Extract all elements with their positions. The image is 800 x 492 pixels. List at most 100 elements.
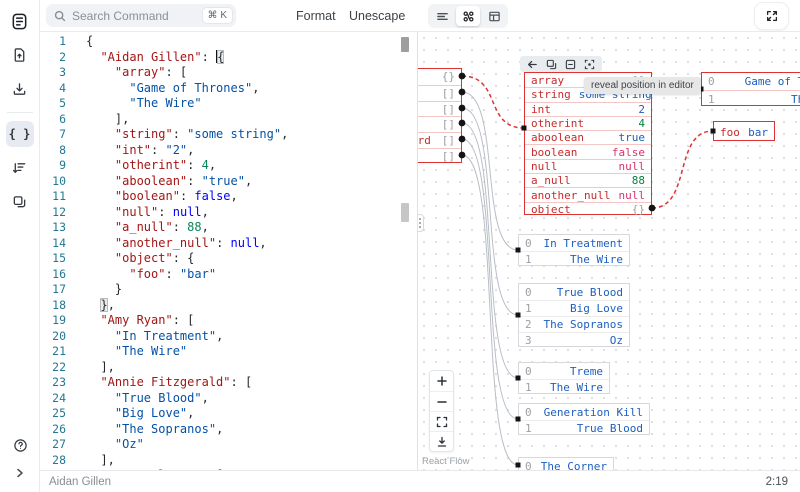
graph-node-root-object[interactable]: Aidan Gillen{}Amy Ryan[]Annie Fitzgerald…: [417, 68, 462, 163]
download-image-icon: [436, 436, 448, 448]
editor-line[interactable]: 20 "In Treatment",: [40, 329, 417, 345]
node-row[interactable]: a_null88: [525, 173, 651, 187]
download-image-button[interactable]: [430, 431, 453, 451]
node-row[interactable]: 1The Wire: [702, 90, 800, 107]
graph-node-anwan-glover-array[interactable]: 0Treme1The Wire: [518, 362, 610, 394]
node-row[interactable]: nullnull: [525, 159, 651, 173]
graph-node-clarke-peters-array[interactable]: 0The Corner: [518, 457, 614, 470]
node-row[interactable]: 0Game of Thrones: [702, 73, 800, 90]
editor-line[interactable]: 6 ],: [40, 112, 417, 128]
node-row[interactable]: Anwan Glover[]: [417, 116, 461, 132]
editor-line[interactable]: 19 "Amy Ryan": [: [40, 313, 417, 329]
collapse-sidebar-chevron-icon[interactable]: [6, 460, 34, 486]
editor-line[interactable]: 17 }: [40, 282, 417, 298]
panel-resize-handle[interactable]: [417, 214, 424, 232]
node-row[interactable]: 1Big Love: [519, 300, 629, 316]
editor-scrollbar-thumb[interactable]: [401, 37, 409, 52]
duplicate-nodes-icon[interactable]: [6, 189, 34, 215]
feedback-icon[interactable]: [6, 432, 34, 458]
collapse-node-icon[interactable]: [565, 59, 576, 70]
fit-view-button[interactable]: [430, 411, 453, 431]
editor-line[interactable]: 5 "The Wire": [40, 96, 417, 112]
editor-line[interactable]: 2 "Aidan Gillen": {: [40, 50, 417, 66]
node-row[interactable]: int2: [525, 102, 651, 116]
selected-node-toolbar: [520, 56, 602, 72]
editor-line[interactable]: 23 "Annie Fitzgerald": [: [40, 375, 417, 391]
editor-line[interactable]: 18 },: [40, 298, 417, 314]
editor-line[interactable]: 8 "int": "2",: [40, 143, 417, 159]
editor-line[interactable]: 16 "foo": "bar": [40, 267, 417, 283]
graph-node-aidan-gillen-array[interactable]: 0Game of Thrones1The Wire: [701, 72, 800, 106]
node-row[interactable]: 3Oz: [519, 332, 629, 348]
node-row[interactable]: 0Treme: [519, 363, 609, 379]
editor-line[interactable]: 4 "Game of Thrones",: [40, 81, 417, 97]
node-row[interactable]: otherint4: [525, 116, 651, 130]
line-number: 20: [40, 329, 80, 345]
node-row[interactable]: abooleantrue: [525, 130, 651, 144]
node-row[interactable]: Aidan Gillen{}: [417, 69, 461, 85]
editor-line[interactable]: 26 "The Sopranos",: [40, 422, 417, 438]
graph-node-amy-ryan-array[interactable]: 0In Treatment1The Wire: [518, 234, 630, 266]
editor-line[interactable]: 15 "object": {: [40, 251, 417, 267]
editor-line[interactable]: 14 "another_null": null,: [40, 236, 417, 252]
node-row[interactable]: Amy Ryan[]: [417, 85, 461, 101]
graph-node-annie-fitzgerald-array[interactable]: 0True Blood1Big Love2The Sopranos3Oz: [518, 283, 630, 347]
row-value: In Treatment: [544, 237, 623, 250]
graph-node-alexander-skarsgard-array[interactable]: 0Generation Kill1True Blood: [518, 403, 650, 435]
line-code: "a_null": 88,: [80, 220, 209, 236]
json-editor[interactable]: 1{2 "Aidan Gillen": {3 "array": [4 "Game…: [40, 32, 417, 470]
search-icon: [54, 10, 66, 22]
unescape-button[interactable]: Unescape: [349, 0, 405, 32]
graph-canvas[interactable]: Aidan Gillen{}Amy Ryan[]Annie Fitzgerald…: [417, 32, 800, 470]
editor-line[interactable]: 3 "array": [: [40, 65, 417, 81]
node-row[interactable]: Annie Fitzgerald[]: [417, 101, 461, 117]
editor-line[interactable]: 29 "Anwan Glover": [: [40, 468, 417, 470]
editor-line[interactable]: 11 "boolean": false,: [40, 189, 417, 205]
copy-node-icon[interactable]: [546, 59, 557, 70]
node-row[interactable]: 2The Sopranos: [519, 316, 629, 332]
focus-node-icon[interactable]: [584, 59, 595, 70]
node-row[interactable]: booleanfalse: [525, 144, 651, 158]
node-row[interactable]: 0The Corner: [519, 458, 613, 470]
line-number: 22: [40, 360, 80, 376]
editor-line[interactable]: 24 "True Blood",: [40, 391, 417, 407]
node-row[interactable]: 0True Blood: [519, 284, 629, 300]
node-row[interactable]: Alexander Skarsgard[]: [417, 132, 461, 148]
editor-line[interactable]: 12 "null": null,: [40, 205, 417, 221]
editor-line[interactable]: 22 ],: [40, 360, 417, 376]
table-view-button[interactable]: [482, 6, 506, 26]
download-icon[interactable]: [6, 76, 34, 102]
editor-line[interactable]: 13 "a_null": 88,: [40, 220, 417, 236]
format-button[interactable]: Format: [296, 0, 336, 32]
editor-line[interactable]: 7 "string": "some string",: [40, 127, 417, 143]
sort-filter-icon[interactable]: [6, 155, 34, 181]
node-row[interactable]: 1The Wire: [519, 251, 629, 267]
row-value: Game of Thrones: [745, 75, 800, 88]
node-row[interactable]: 0In Treatment: [519, 235, 629, 251]
flow-view-button[interactable]: [456, 6, 480, 26]
json-editor-tab-icon[interactable]: { }: [6, 121, 34, 147]
node-row[interactable]: 0Generation Kill: [519, 404, 649, 420]
node-row[interactable]: Clarke Peters[]: [417, 148, 461, 164]
editor-line[interactable]: 9 "otherint": 4,: [40, 158, 417, 174]
zoom-out-button[interactable]: [430, 391, 453, 411]
node-row[interactable]: 1True Blood: [519, 420, 649, 436]
node-row[interactable]: object{}: [525, 202, 651, 216]
search-command-input[interactable]: Search Command ⌘ K: [46, 4, 236, 27]
node-row[interactable]: another_nullnull: [525, 187, 651, 201]
graph-node-foo-object[interactable]: foobar: [713, 121, 775, 141]
editor-line[interactable]: 21 "The Wire": [40, 344, 417, 360]
node-row[interactable]: 1The Wire: [519, 379, 609, 395]
list-view-button[interactable]: [430, 6, 454, 26]
editor-line[interactable]: 28 ],: [40, 453, 417, 469]
editor-line[interactable]: 1{: [40, 34, 417, 50]
canvas-zoom-controls: [429, 370, 454, 452]
editor-line[interactable]: 27 "Oz": [40, 437, 417, 453]
editor-line[interactable]: 25 "Big Love",: [40, 406, 417, 422]
editor-line[interactable]: 10 "aboolean": "true",: [40, 174, 417, 190]
back-arrow-icon[interactable]: [527, 59, 538, 70]
zoom-in-button[interactable]: [430, 371, 453, 391]
node-row[interactable]: foobar: [714, 122, 774, 142]
fullscreen-button[interactable]: [755, 3, 788, 29]
import-file-icon[interactable]: [6, 42, 34, 68]
